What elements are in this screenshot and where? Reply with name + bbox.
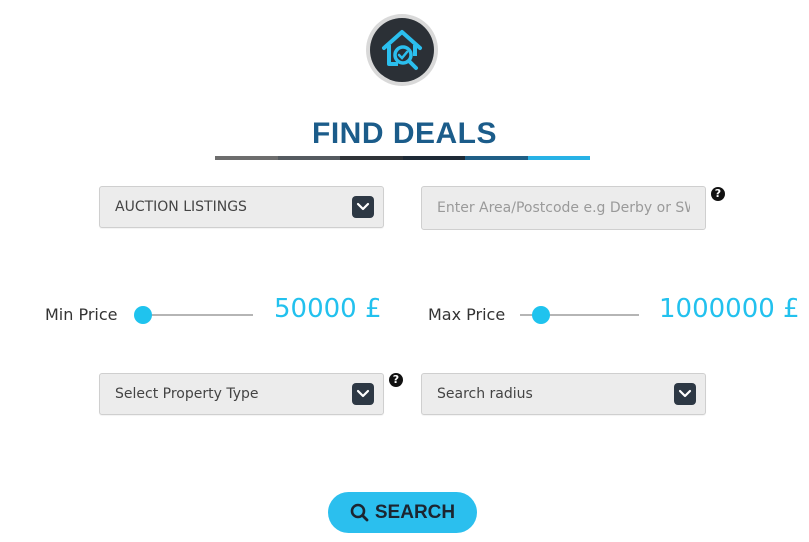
underline-segment — [277, 156, 340, 160]
min-price-value: 50000 £ — [274, 294, 382, 324]
underline-segment — [527, 156, 590, 160]
logo-badge — [370, 18, 434, 82]
search-button[interactable]: SEARCH — [328, 492, 477, 533]
max-price-value: 1000000 £ — [659, 294, 800, 324]
underline-segment — [215, 156, 278, 160]
page-title: FIND DEALS — [312, 117, 497, 150]
search-radius-select[interactable]: Search radius — [421, 373, 706, 415]
underline-segment — [465, 156, 528, 160]
min-price-label: Min Price — [45, 305, 118, 324]
listing-type-select[interactable]: AUCTION LISTINGS — [99, 186, 384, 228]
min-price-slider-thumb[interactable] — [134, 306, 152, 324]
search-icon — [350, 503, 369, 522]
min-price-slider-track[interactable] — [138, 314, 253, 316]
help-icon[interactable]: ? — [711, 187, 725, 201]
listing-type-value: AUCTION LISTINGS — [115, 199, 247, 215]
search-radius-value: Search radius — [437, 386, 533, 402]
underline-segment — [402, 156, 465, 160]
property-type-value: Select Property Type — [115, 386, 259, 402]
property-type-select[interactable]: Select Property Type — [99, 373, 384, 415]
chevron-down-icon[interactable] — [352, 383, 374, 405]
logo — [366, 14, 438, 86]
max-price-label: Max Price — [428, 305, 506, 324]
house-magnifier-icon — [382, 30, 422, 70]
title-underline — [215, 156, 590, 160]
search-button-label: SEARCH — [374, 501, 456, 523]
chevron-down-icon[interactable] — [674, 383, 696, 405]
max-price-slider-thumb[interactable] — [532, 306, 550, 324]
help-icon[interactable]: ? — [389, 373, 403, 387]
underline-segment — [340, 156, 403, 160]
area-postcode-input[interactable] — [421, 186, 706, 230]
chevron-down-icon[interactable] — [352, 196, 374, 218]
